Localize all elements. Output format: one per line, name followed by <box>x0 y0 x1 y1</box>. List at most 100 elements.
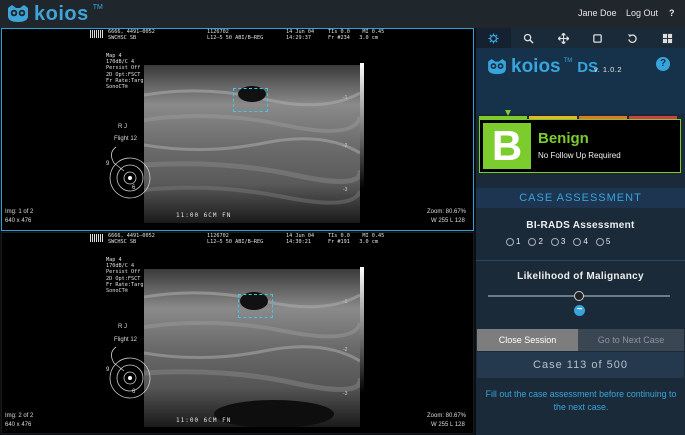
settings-tool-button[interactable] <box>476 28 511 48</box>
pan-tool-button[interactable] <box>546 28 581 48</box>
frame-number: Fr #234 3.0 cm <box>328 35 378 41</box>
case-assessment-heading: CASE ASSESSMENT <box>476 188 685 208</box>
layout-tool-button[interactable] <box>650 28 685 48</box>
close-session-button[interactable]: Close Session <box>477 329 578 351</box>
next-case-button[interactable]: Go to Next Case <box>578 329 684 351</box>
depth-scale: -1 -2 -3 <box>343 95 348 193</box>
barcode-icon <box>90 234 104 242</box>
rotate-icon <box>628 33 637 43</box>
svg-text:-2: -2 <box>343 143 348 149</box>
svg-text:-1: -1 <box>343 95 348 101</box>
ds-brand-name: koios <box>511 56 561 77</box>
radio-label: 3 <box>560 237 566 246</box>
image-size: 640 x 476 <box>5 422 32 428</box>
radio-label: 1 <box>516 237 521 246</box>
exam-time: 14:29:37 <box>286 35 311 41</box>
clock-9-label: 9 <box>106 367 110 373</box>
brand-name: koios <box>34 2 89 25</box>
radio-label: 4 <box>583 237 588 246</box>
frame-number: Fr #191 3.0 cm <box>328 239 378 245</box>
zoom-level: Zoom: 80.67% <box>427 413 467 419</box>
radio-label: 2 <box>538 237 543 246</box>
birads-option-2[interactable]: 2 <box>528 237 543 246</box>
site-line: SWCHSC SB <box>108 239 137 245</box>
image-size: 640 x 476 <box>5 218 32 224</box>
case-counter: Case 113 of 500 <box>477 352 684 378</box>
svg-text:-1: -1 <box>343 299 348 305</box>
user-name: Jane Doe <box>578 8 617 18</box>
clock-6-label: 6 <box>132 185 136 191</box>
scan-params: Map 4 170dB/C 4 Persist Off 2D Opt:FSCT … <box>106 53 144 91</box>
lesion-roi-box[interactable] <box>238 294 273 318</box>
birads-option-3[interactable]: 3 <box>550 237 566 246</box>
birads-option-1[interactable]: 1 <box>506 237 520 246</box>
result-title: Benign <box>538 130 589 147</box>
ds-version: v. 1.0.2 <box>594 65 623 74</box>
koios-ds-logo: koios TM DS <box>486 56 598 78</box>
bottom-annotation: 11:00 6CM FN <box>176 212 232 219</box>
radio-label: 5 <box>605 237 611 246</box>
reset-tool-button[interactable] <box>615 28 650 48</box>
birads-label: BI-RADS Assessment <box>526 220 635 231</box>
owl-icon <box>488 59 506 75</box>
logout-link[interactable]: Log Out <box>626 8 658 18</box>
top-bar: koios TM Jane Doe Log Out ? <box>0 0 685 28</box>
radio-circle-icon <box>573 237 582 246</box>
search-icon <box>523 33 534 44</box>
radio-circle-icon <box>506 237 514 246</box>
birads-radio-group: 1 2 3 4 5 <box>506 237 610 246</box>
probe-position-icon <box>109 146 151 199</box>
radio-circle-icon <box>528 237 537 246</box>
depth-scale: -1 -2 -3 <box>343 299 348 397</box>
image-index: Img: 2 of 2 <box>5 413 34 419</box>
ds-trademark: TM <box>563 58 573 64</box>
svg-text:-3: -3 <box>343 187 348 193</box>
window-level: W 255 L 128 <box>431 218 465 224</box>
lesion-roi-box[interactable] <box>233 88 268 112</box>
orientation-label: R J <box>118 324 127 330</box>
clock-6-label: 6 <box>132 389 136 395</box>
koios-logo: koios TM <box>6 3 103 25</box>
bottom-annotation: 11:00 6CM FN <box>176 417 232 424</box>
roi-tool-button[interactable] <box>580 28 615 48</box>
classification-result: B Benign No Follow Up Required <box>479 119 681 173</box>
grayscale-bar <box>360 267 364 393</box>
site-line: SWCHSC SB <box>108 35 137 41</box>
tool-bar <box>476 28 685 48</box>
zoom-level: Zoom: 80.67% <box>427 209 467 215</box>
ultrasound-image <box>144 269 360 427</box>
likelihood-label: Likelihood of Malignancy <box>517 271 644 282</box>
image-viewport-2[interactable]: 6666, 4491–0052 SWCHSC SB 1126702 L12–5 … <box>1 232 474 434</box>
barcode-icon <box>90 30 104 38</box>
radio-circle-icon <box>595 237 604 246</box>
ds-help-button[interactable]: ? <box>656 57 670 71</box>
result-letter: B <box>483 123 531 169</box>
image-index: Img: 1 of 2 <box>5 209 34 215</box>
window-level: W 255 L 128 <box>431 422 465 428</box>
grid-icon <box>662 33 673 43</box>
transducer-line: L12–5 50 ABI/B–REG <box>207 35 264 41</box>
radio-circle-icon <box>550 237 559 246</box>
gear-icon <box>488 32 499 44</box>
probe-position-icon <box>109 346 151 399</box>
scan-params: Map 4 170dB/C 4 Persist Off 2D Opt:FSCT … <box>106 257 144 295</box>
ds-header: koios TM DS v. 1.0.2 ? B P S M <box>476 48 685 128</box>
decision-support-panel: koios TM DS v. 1.0.2 ? B P S M B Benign … <box>476 28 685 435</box>
zoom-tool-button[interactable] <box>511 28 546 48</box>
help-link[interactable]: ? <box>669 8 675 18</box>
decrement-button[interactable]: − <box>574 305 585 316</box>
birads-option-5[interactable]: 5 <box>595 237 611 246</box>
exam-time: 14:30:21 <box>286 239 311 245</box>
square-icon <box>593 33 603 43</box>
grayscale-bar <box>360 63 364 189</box>
flight-label: Flight 12 <box>114 136 138 142</box>
divider <box>476 260 685 261</box>
likelihood-slider-handle[interactable] <box>574 291 584 301</box>
instruction-message: Fill out the case assessment before cont… <box>485 389 677 412</box>
trademark: TM <box>92 3 103 11</box>
move-icon <box>557 32 569 44</box>
app-window: koios TM Jane Doe Log Out ? 6666, 4491–0… <box>0 0 685 435</box>
image-viewport-1[interactable]: 6666, 4491–0052 SWCHSC SB 1126702 L12–5 … <box>1 28 474 231</box>
birads-option-4[interactable]: 4 <box>573 237 588 246</box>
clock-9-label: 9 <box>106 161 110 167</box>
